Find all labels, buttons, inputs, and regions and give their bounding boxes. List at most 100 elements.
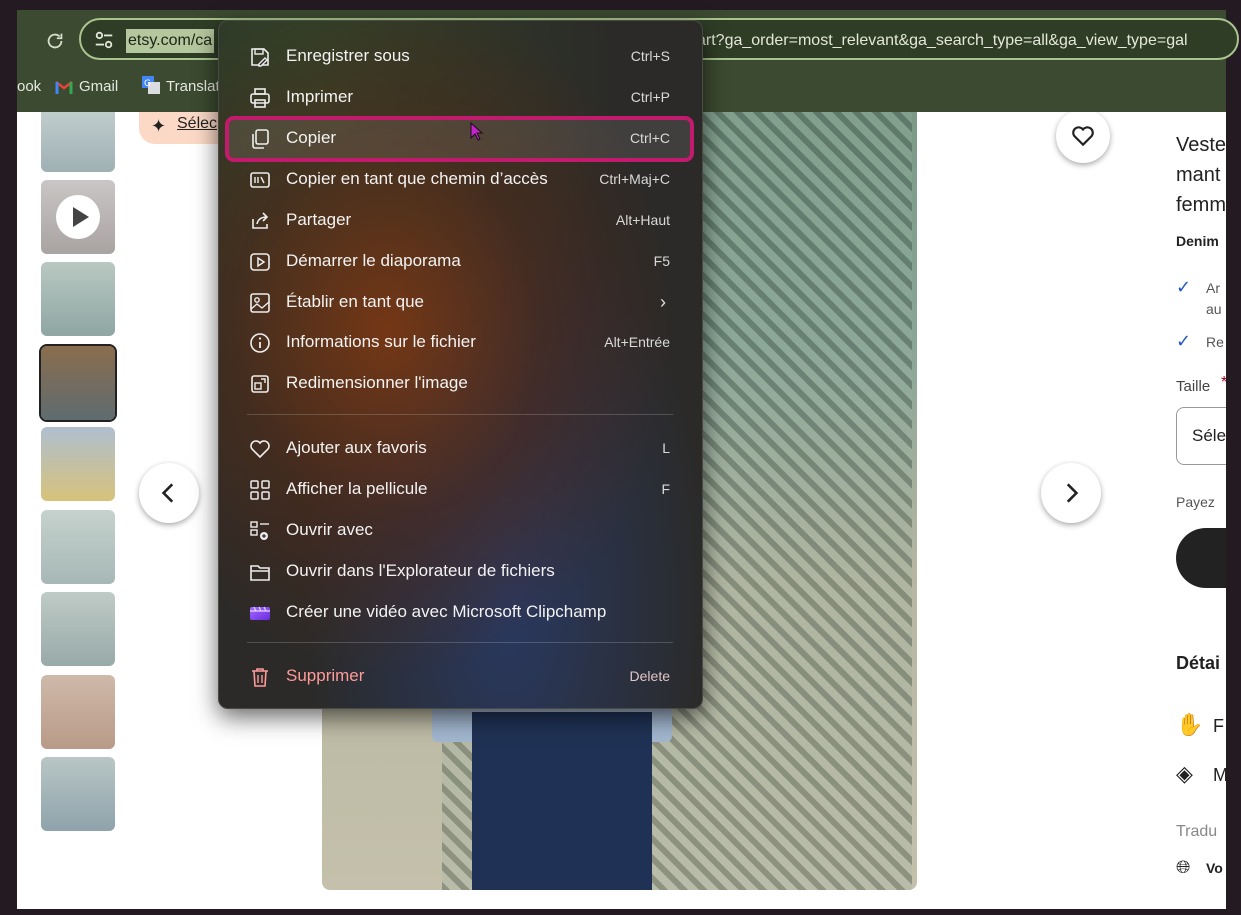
copy-path-icon (249, 169, 271, 191)
menu-item-shortcut: Delete (629, 668, 670, 684)
chevron-right-icon (1066, 483, 1079, 503)
menu-item-save-as[interactable]: Enregistrer sous Ctrl+S (229, 38, 690, 76)
size-label: Taille (1176, 378, 1211, 395)
window-border-bottom (0, 909, 1241, 915)
thumbnail-image-selected[interactable] (39, 344, 117, 422)
menu-item-shortcut: Alt+Entrée (604, 334, 670, 350)
svg-text:G: G (144, 79, 151, 89)
material-icon: ◈ (1176, 761, 1193, 786)
thumbnail-image[interactable] (41, 675, 115, 749)
thumbnail-image[interactable] (41, 757, 115, 831)
menu-item-label: Copier (286, 128, 337, 147)
filmstrip-icon (249, 479, 271, 501)
payment-text: Payez (1176, 494, 1215, 510)
detail-item: M (1213, 765, 1226, 785)
menu-item-label: Imprimer (286, 87, 354, 106)
description-line: Veste (1176, 134, 1226, 156)
site-settings-icon[interactable] (93, 29, 115, 51)
handmade-icon: ✋ (1176, 712, 1204, 737)
menu-item-set-as[interactable]: Établir en tant que › (229, 284, 690, 322)
description-line: mant (1176, 164, 1221, 186)
bookmark-translate[interactable]: G Translat (142, 76, 220, 98)
check-icon: ✓ (1176, 277, 1192, 297)
check-text: Ar (1206, 280, 1220, 296)
menu-item-shortcut: F (661, 481, 670, 497)
chevron-left-icon (161, 483, 174, 503)
menu-item-label: Enregistrer sous (286, 46, 410, 65)
menu-item-label: Ouvrir dans l'Explorateur de fichiers (286, 561, 555, 580)
bookmark-item[interactable]: ook (17, 76, 41, 98)
menu-item-shortcut: L (662, 440, 670, 456)
menu-item-file-info[interactable]: Informations sur le fichier Alt+Entrée (229, 324, 690, 362)
clipchamp-icon (249, 602, 271, 624)
thumbnail-image[interactable] (41, 112, 115, 172)
save-as-icon (249, 46, 271, 68)
previous-image-button[interactable] (139, 463, 199, 523)
menu-item-label: Redimensionner l'image (286, 373, 468, 392)
menu-item-open-in-explorer[interactable]: Ouvrir dans l'Explorateur de fichiers (229, 553, 690, 591)
reload-icon[interactable] (43, 30, 67, 54)
thumbnail-image[interactable] (41, 427, 115, 501)
window-frame: etsy.com/ca art?ga_order=most_relevant&g… (0, 0, 1241, 915)
menu-item-label: Afficher la pellicule (286, 479, 428, 498)
set-as-icon (249, 292, 271, 314)
context-menu: Enregistrer sous Ctrl+S Imprimer Ctrl+P … (218, 20, 703, 709)
bookmark-gmail[interactable]: Gmail (55, 76, 118, 98)
menu-item-label: Copier en tant que chemin d’accès (286, 169, 548, 188)
menu-item-label: Démarrer le diaporama (286, 251, 461, 270)
bookmark-label: Gmail (79, 78, 119, 95)
menu-item-clipchamp[interactable]: Créer une vidéo avec Microsoft Clipchamp (229, 594, 690, 632)
description-line: femm (1176, 194, 1226, 216)
thumbnail-image[interactable] (41, 592, 115, 666)
menu-item-delete[interactable]: Supprimer Delete (229, 658, 690, 696)
add-to-cart-button[interactable] (1176, 528, 1226, 588)
menu-item-shortcut: Ctrl+P (630, 89, 670, 105)
menu-item-filmstrip[interactable]: Afficher la pellicule F (229, 471, 690, 509)
menu-item-open-with[interactable]: Ouvrir avec (229, 512, 690, 550)
original-language-link[interactable]: Vo (1206, 860, 1223, 876)
info-icon (249, 332, 271, 354)
brand-label[interactable]: Denim (1176, 233, 1219, 249)
details-heading: Détai (1176, 653, 1221, 673)
thumbnail-video[interactable] (41, 180, 115, 254)
menu-item-shortcut: Alt+Haut (615, 212, 670, 228)
chevron-right-icon: › (660, 292, 666, 312)
menu-item-label: Ajouter aux favoris (286, 438, 427, 457)
menu-item-shortcut: Ctrl+C (629, 130, 670, 146)
copy-icon (249, 128, 271, 150)
menu-item-share[interactable]: Partager Alt+Haut (229, 202, 690, 240)
menu-item-add-favorite[interactable]: Ajouter aux favoris L (229, 430, 690, 468)
open-with-icon (249, 520, 271, 542)
menu-separator (247, 642, 673, 643)
menu-item-copy-path[interactable]: Copier en tant que chemin d’accès Ctrl+M… (229, 161, 690, 199)
url-text[interactable]: art?ga_order=most_relevant&ga_search_typ… (697, 29, 1217, 53)
menu-item-print[interactable]: Imprimer Ctrl+P (229, 79, 690, 117)
menu-item-shortcut: F5 (653, 253, 670, 269)
mouse-cursor-icon (470, 121, 484, 142)
menu-separator (247, 414, 673, 415)
select-chip-label: Sélec (177, 115, 218, 132)
thumbnail-image[interactable] (41, 262, 115, 336)
translate-icon: G (142, 76, 160, 94)
next-image-button[interactable] (1041, 463, 1101, 523)
url-selected-text[interactable]: etsy.com/ca (126, 29, 215, 53)
favorite-button[interactable] (1056, 112, 1110, 163)
slideshow-icon (249, 251, 271, 273)
share-icon (249, 210, 271, 232)
menu-item-resize[interactable]: Redimensionner l'image (229, 365, 690, 403)
heart-icon (1072, 126, 1094, 147)
heart-icon (249, 438, 271, 460)
menu-item-label: Créer une vidéo avec Microsoft Clipchamp (286, 602, 607, 621)
window-border-right (1226, 0, 1241, 915)
size-select[interactable]: Séle (1176, 407, 1226, 465)
bookmark-label: ook (17, 78, 42, 95)
play-icon (56, 195, 100, 239)
size-select-value: Séle (1192, 426, 1226, 445)
menu-item-slideshow[interactable]: Démarrer le diaporama F5 (229, 243, 690, 281)
thumbnail-image[interactable] (41, 510, 115, 584)
required-mark: * (1221, 374, 1226, 392)
menu-item-shortcut: Ctrl+Maj+C (599, 171, 670, 187)
globe-icon: 🌐︎ (1176, 857, 1191, 877)
resize-icon (249, 373, 271, 395)
menu-item-copy[interactable]: Copier Ctrl+C (225, 116, 694, 162)
